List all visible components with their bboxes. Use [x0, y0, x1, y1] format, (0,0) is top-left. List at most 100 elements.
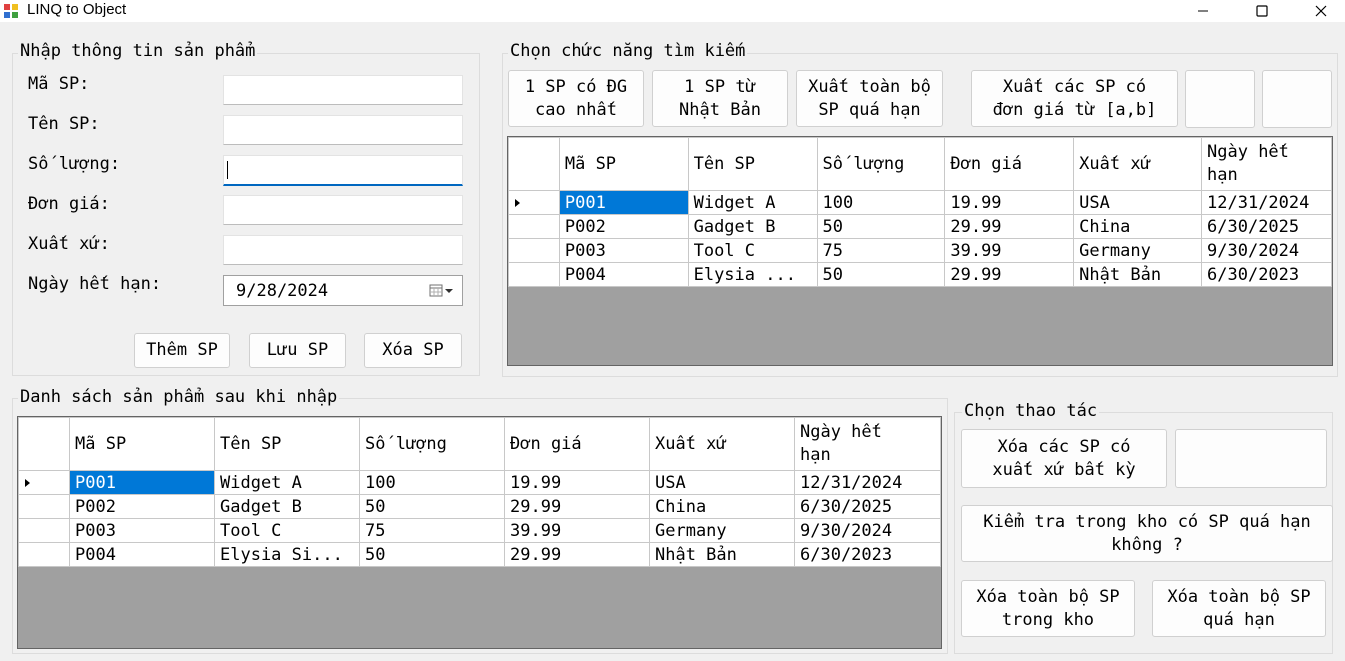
- table-cell[interactable]: Tool C: [214, 518, 360, 543]
- table-cell[interactable]: 12/31/2024: [794, 470, 941, 495]
- check-expired-button[interactable]: Kiểm tra trong kho có SP quá hạn không ?: [961, 505, 1333, 562]
- col-header-ngay-het-han[interactable]: Ngày hết hạn: [1201, 137, 1332, 191]
- calendar-dropdown-icon[interactable]: [429, 284, 455, 298]
- table-row[interactable]: P001 Widget A 100 19.99 USA 12/31/2024: [18, 470, 941, 495]
- table-cell[interactable]: Gadget B: [214, 494, 360, 519]
- col-header-so-luong[interactable]: Số lượng: [359, 417, 505, 471]
- table-cell[interactable]: 50: [816, 262, 946, 287]
- table-cell[interactable]: 75: [816, 238, 946, 263]
- table-cell[interactable]: 6/30/2023: [794, 542, 941, 567]
- ten-sp-input[interactable]: [223, 115, 463, 145]
- blank-button-2[interactable]: [1262, 70, 1332, 128]
- row-header[interactable]: [18, 494, 70, 519]
- product-list-grid[interactable]: Mã SP Tên SP Số lượng Đơn giá Xuất xứ Ng…: [17, 416, 942, 649]
- table-cell[interactable]: Nhật Bản: [649, 542, 795, 567]
- table-cell[interactable]: P003: [558, 238, 689, 263]
- table-row[interactable]: P002 Gadget B 50 29.99 China 6/30/2025: [508, 214, 1332, 239]
- so-luong-input[interactable]: [223, 155, 463, 186]
- table-cell[interactable]: 29.99: [944, 214, 1075, 239]
- col-header-xuat-xu[interactable]: Xuất xứ: [1073, 137, 1203, 191]
- blank-button-1[interactable]: [1185, 70, 1255, 128]
- row-header[interactable]: [18, 470, 70, 495]
- max-price-button[interactable]: 1 SP có ĐG cao nhất: [508, 70, 644, 127]
- table-cell[interactable]: China: [649, 494, 795, 519]
- col-header-ngay-het-han[interactable]: Ngày hết hạn: [794, 417, 941, 471]
- row-header[interactable]: [508, 190, 560, 215]
- table-cell[interactable]: 6/30/2023: [1201, 262, 1332, 287]
- table-cell[interactable]: 6/30/2025: [794, 494, 941, 519]
- delete-by-origin-button[interactable]: Xóa các SP có xuất xứ bất kỳ: [961, 429, 1167, 488]
- luu-sp-button[interactable]: Lưu SP: [249, 333, 346, 368]
- row-header[interactable]: [18, 542, 70, 567]
- table-row[interactable]: P001 Widget A 100 19.99 USA 12/31/2024: [508, 190, 1332, 215]
- table-cell[interactable]: 12/31/2024: [1201, 190, 1332, 215]
- table-cell[interactable]: 9/30/2024: [794, 518, 941, 543]
- table-cell[interactable]: 75: [359, 518, 505, 543]
- table-cell[interactable]: Widget A: [687, 190, 818, 215]
- ngay-het-han-datepicker[interactable]: 9/28/2024: [223, 275, 463, 306]
- table-cell[interactable]: Tool C: [687, 238, 818, 263]
- search-result-grid[interactable]: Mã SP Tên SP Số lượng Đơn giá Xuất xứ Ng…: [507, 136, 1333, 366]
- table-cell[interactable]: 100: [816, 190, 946, 215]
- table-cell[interactable]: 19.99: [504, 470, 650, 495]
- row-header[interactable]: [18, 518, 70, 543]
- col-header-ma-sp[interactable]: Mã SP: [69, 417, 215, 471]
- table-cell[interactable]: 19.99: [944, 190, 1075, 215]
- table-row[interactable]: P004 Elysia Si... 50 29.99 Nhật Bản 6/30…: [18, 542, 941, 567]
- delete-all-stock-button[interactable]: Xóa toàn bộ SP trong kho: [961, 580, 1135, 637]
- col-header-don-gia[interactable]: Đơn giá: [944, 137, 1075, 191]
- xoa-sp-button[interactable]: Xóa SP: [364, 333, 462, 368]
- table-cell[interactable]: Germany: [1073, 238, 1203, 263]
- row-header[interactable]: [508, 214, 560, 239]
- from-japan-button[interactable]: 1 SP từ Nhật Bản: [652, 70, 788, 127]
- table-row[interactable]: P004 Elysia ... 50 29.99 Nhật Bản 6/30/2…: [508, 262, 1332, 287]
- col-header-so-luong[interactable]: Số lượng: [816, 137, 946, 191]
- table-cell[interactable]: P003: [69, 518, 215, 543]
- table-cell[interactable]: 50: [359, 542, 505, 567]
- table-cell[interactable]: 6/30/2025: [1201, 214, 1332, 239]
- row-header[interactable]: [508, 262, 560, 287]
- table-cell[interactable]: 100: [359, 470, 505, 495]
- table-cell[interactable]: Gadget B: [687, 214, 818, 239]
- table-cell[interactable]: 39.99: [504, 518, 650, 543]
- table-cell[interactable]: 50: [359, 494, 505, 519]
- maximize-button[interactable]: [1239, 0, 1285, 22]
- table-cell[interactable]: Elysia ...: [687, 262, 818, 287]
- table-cell[interactable]: 29.99: [504, 542, 650, 567]
- table-cell[interactable]: Elysia Si...: [214, 542, 360, 567]
- delete-all-expired-button[interactable]: Xóa toàn bộ SP quá hạn: [1152, 580, 1326, 637]
- table-cell[interactable]: 39.99: [944, 238, 1075, 263]
- table-cell[interactable]: Germany: [649, 518, 795, 543]
- price-range-button[interactable]: Xuất các SP có đơn giá từ [a,b]: [971, 70, 1178, 127]
- table-row[interactable]: P003 Tool C 75 39.99 Germany 9/30/2024: [508, 238, 1332, 263]
- them-sp-button[interactable]: Thêm SP: [134, 333, 230, 368]
- table-cell[interactable]: Nhật Bản: [1073, 262, 1203, 287]
- table-cell[interactable]: P004: [69, 542, 215, 567]
- table-cell[interactable]: 29.99: [944, 262, 1075, 287]
- table-cell[interactable]: USA: [1073, 190, 1203, 215]
- table-cell[interactable]: Widget A: [214, 470, 360, 495]
- col-header-ma-sp[interactable]: Mã SP: [558, 137, 689, 191]
- table-cell[interactable]: P001: [558, 190, 689, 215]
- blank-action-button[interactable]: [1175, 429, 1327, 488]
- table-cell[interactable]: China: [1073, 214, 1203, 239]
- table-cell[interactable]: USA: [649, 470, 795, 495]
- col-header-ten-sp[interactable]: Tên SP: [687, 137, 818, 191]
- table-cell[interactable]: 9/30/2024: [1201, 238, 1332, 263]
- row-header[interactable]: [508, 238, 560, 263]
- table-cell[interactable]: P002: [558, 214, 689, 239]
- col-header-ten-sp[interactable]: Tên SP: [214, 417, 360, 471]
- minimize-button[interactable]: [1180, 0, 1226, 22]
- table-cell[interactable]: P002: [69, 494, 215, 519]
- table-row[interactable]: P002 Gadget B 50 29.99 China 6/30/2025: [18, 494, 941, 519]
- expired-button[interactable]: Xuất toàn bộ SP quá hạn: [796, 70, 943, 127]
- table-cell[interactable]: P004: [558, 262, 689, 287]
- table-cell[interactable]: 50: [816, 214, 946, 239]
- table-cell[interactable]: P001: [69, 470, 215, 495]
- don-gia-input[interactable]: [223, 195, 463, 225]
- col-header-xuat-xu[interactable]: Xuất xứ: [649, 417, 795, 471]
- xuat-xu-input[interactable]: [223, 235, 463, 265]
- close-button[interactable]: [1298, 0, 1344, 22]
- table-row[interactable]: P003 Tool C 75 39.99 Germany 9/30/2024: [18, 518, 941, 543]
- table-cell[interactable]: 29.99: [504, 494, 650, 519]
